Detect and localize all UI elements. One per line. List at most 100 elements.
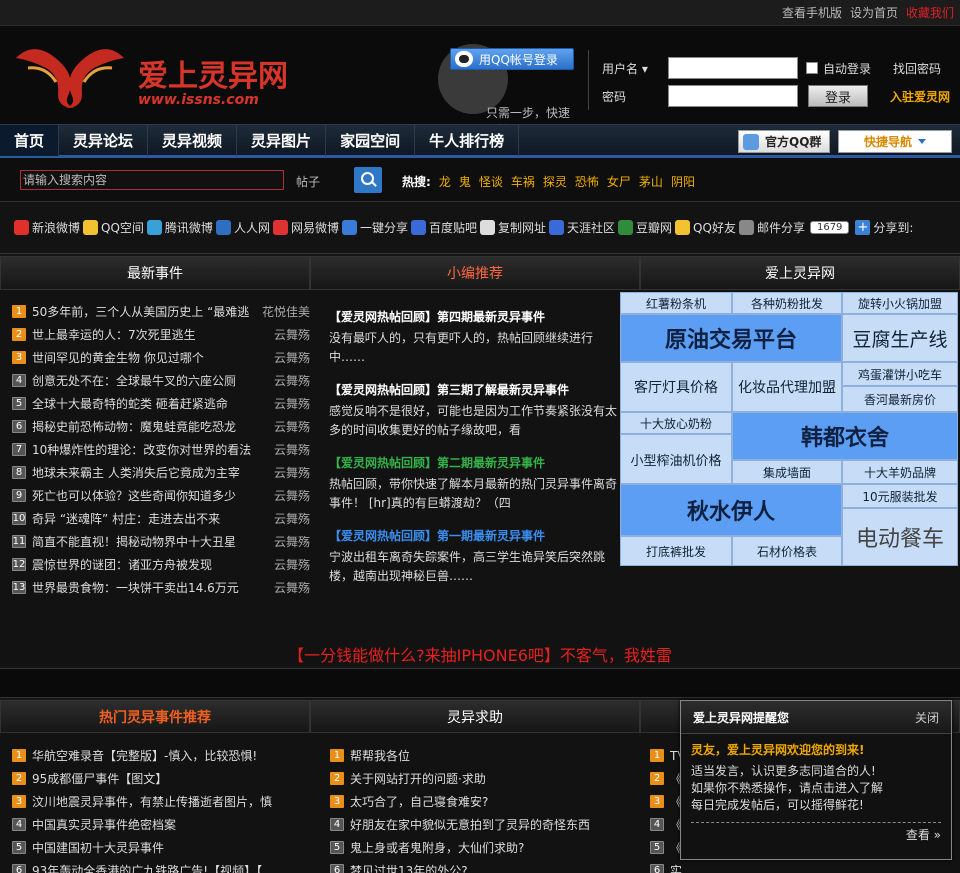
hot-item[interactable]: 车祸	[511, 173, 535, 190]
share-tencent-weibo[interactable]: 腾讯微博	[146, 219, 213, 236]
search-input[interactable]: 请输入搜索内容	[20, 170, 284, 190]
recommend-item[interactable]: 【爱灵网热帖回顾】第二期最新灵异事件 热帖回顾，带你快速了解本月最新的热门灵异事件…	[329, 454, 621, 513]
item-title[interactable]: 梦见过世13年的外公?	[350, 862, 610, 873]
nav-video[interactable]: 灵异视频	[148, 124, 238, 156]
nav-forum[interactable]: 灵异论坛	[59, 124, 149, 156]
hot-item[interactable]: 鬼	[459, 173, 471, 190]
ad-tile[interactable]: 秋水伊人	[620, 484, 842, 536]
recommend-item[interactable]: 【爱灵网热帖回顾】第四期最新灵异事件 没有最吓人的，只有更吓人的，热帖回顾继续进行…	[329, 308, 621, 367]
item-title[interactable]: 帮帮我各位	[350, 747, 610, 764]
ad-tile[interactable]: 打底裤批发	[620, 536, 732, 566]
list-item[interactable]: 6实	[650, 859, 690, 873]
hot-item[interactable]: 探灵	[543, 173, 567, 190]
list-item[interactable]: 1 50多年前，三个人从美国历史上 “最难逃 花悦佳美	[12, 300, 310, 323]
item-title[interactable]: 奇异 “迷魂阵” 村庄：走进去出不来	[32, 510, 258, 527]
list-item[interactable]: 1 帮帮我各位	[330, 744, 610, 767]
share-weibo[interactable]: 新浪微博	[14, 219, 80, 236]
item-title[interactable]: 创意无处不在：全球最牛叉的六座公厕	[32, 372, 258, 389]
item-title[interactable]: 揭秘史前恐怖动物：魔鬼蛙竟能吃恐龙	[32, 418, 258, 435]
item-title[interactable]: 死亡也可以体验？这些奇闻你知道多少	[32, 487, 258, 504]
item-title[interactable]: 实	[670, 862, 690, 873]
find-password-link[interactable]: 找回密码	[893, 60, 941, 77]
nav-ranking[interactable]: 牛人排行榜	[415, 124, 520, 156]
item-author[interactable]: 云舞殇	[258, 464, 310, 481]
item-author[interactable]: 云舞殇	[258, 395, 310, 412]
list-item[interactable]: 3 世间罕见的黄金生物 你见过哪个 云舞殇	[12, 346, 310, 369]
popup-more-link[interactable]: 查看 »	[691, 827, 941, 844]
item-title[interactable]: 世界最贵食物：一块饼干卖出14.6万元	[32, 579, 258, 596]
promo-link[interactable]: 【一分钱能做什么?来抽IPHONE6吧】不客气，我姓雷	[0, 642, 960, 666]
list-item[interactable]: 5 中国建国初十大灵异事件	[12, 836, 292, 859]
quick-nav-button[interactable]: 快捷导航	[838, 130, 952, 153]
ad-tile[interactable]: 韩都衣舍	[732, 412, 958, 460]
item-title[interactable]: 地球未来霸主 人类消失后它竟成为主宰	[32, 464, 258, 481]
item-author[interactable]: 云舞殇	[258, 579, 310, 596]
ad-tile[interactable]: 电动餐车	[842, 508, 958, 566]
item-title[interactable]: 鬼上身或者鬼附身，大仙们求助?	[350, 839, 610, 856]
item-title[interactable]: 95成都僵尸事件【图文】	[32, 770, 292, 787]
item-author[interactable]: 云舞殇	[258, 349, 310, 366]
set-home-link[interactable]: 设为首页	[850, 4, 898, 21]
password-input[interactable]	[668, 85, 798, 107]
share-qq-friend[interactable]: QQ好友	[675, 219, 736, 236]
item-title[interactable]: 93年轰动全香港的广九铁路广告!【视频】【	[32, 862, 292, 873]
qq-login-button[interactable]: 用QQ帐号登录	[450, 48, 574, 70]
list-item[interactable]: 13 世界最贵食物：一块饼干卖出14.6万元 云舞殇	[12, 576, 310, 599]
list-item[interactable]: 4 中国真实灵异事件绝密档案	[12, 813, 292, 836]
item-title[interactable]: 关于网站打开的问题·求助	[350, 770, 610, 787]
ad-tile[interactable]: 香河最新房价	[842, 386, 958, 412]
hot-item[interactable]: 茅山	[639, 173, 663, 190]
item-title[interactable]: 太巧合了，自己寝食难安?	[350, 793, 610, 810]
hot-item[interactable]: 恐怖	[575, 173, 599, 190]
recommend-item[interactable]: 【爱灵网热帖回顾】第一期最新灵异事件 宁波出租车离奇失踪案件，高三学生诡异笑后突然…	[329, 527, 621, 586]
join-link[interactable]: 入驻爱灵网	[890, 88, 950, 105]
item-title[interactable]: 世上最幸运的人：7次死里逃生	[32, 326, 258, 343]
hot-item[interactable]: 怪谈	[479, 173, 503, 190]
list-item[interactable]: 5 鬼上身或者鬼附身，大仙们求助?	[330, 836, 610, 859]
favorite-link[interactable]: 收藏我们	[906, 4, 954, 21]
list-item[interactable]: 1 华航空难录音【完整版】-慎入，比较恐惧!	[12, 744, 292, 767]
item-title[interactable]: 中国真实灵异事件绝密档案	[32, 816, 292, 833]
item-title[interactable]: 华航空难录音【完整版】-慎入，比较恐惧!	[32, 747, 292, 764]
nav-pictures[interactable]: 灵异图片	[237, 124, 327, 156]
recommend-item[interactable]: 【爱灵网热帖回顾】第三期了解最新灵异事件 感觉反响不是很好，可能也是因为工作节奏紧…	[329, 381, 621, 440]
list-item[interactable]: 3 太巧合了，自己寝食难安?	[330, 790, 610, 813]
ad-tile[interactable]: 各种奶粉批发	[732, 292, 842, 314]
list-item[interactable]: 2 关于网站打开的问题·求助	[330, 767, 610, 790]
ad-tile[interactable]: 鸡蛋灌饼小吃车	[842, 362, 958, 386]
share-qzone[interactable]: QQ空间	[83, 219, 144, 236]
list-item[interactable]: 4 好朋友在家中貌似无意拍到了灵异的奇怪东西	[330, 813, 610, 836]
item-title[interactable]: 震惊世界的谜团：诸亚方舟被发现	[32, 556, 258, 573]
hot-item[interactable]: 阴阳	[671, 173, 695, 190]
ad-tile[interactable]: 10元服装批发	[842, 484, 958, 508]
list-item[interactable]: 11 简直不能直视！揭秘动物界中十大丑星 云舞殇	[12, 530, 310, 553]
username-input[interactable]	[668, 57, 798, 79]
search-button[interactable]	[354, 167, 382, 193]
item-title[interactable]: 中国建国初十大灵异事件	[32, 839, 292, 856]
item-title[interactable]: 50多年前，三个人从美国历史上 “最难逃	[32, 303, 258, 320]
hot-item[interactable]: 龙	[439, 173, 451, 190]
list-item[interactable]: 9 死亡也可以体验？这些奇闻你知道多少 云舞殇	[12, 484, 310, 507]
list-item[interactable]: 10 奇异 “迷魂阵” 村庄：走进去出不来 云舞殇	[12, 507, 310, 530]
list-item[interactable]: 2 世上最幸运的人：7次死里逃生 云舞殇	[12, 323, 310, 346]
item-author[interactable]: 云舞殇	[258, 441, 310, 458]
item-author[interactable]: 云舞殇	[258, 556, 310, 573]
ad-tile[interactable]: 石材价格表	[732, 536, 842, 566]
auto-login-checkbox[interactable]	[806, 62, 818, 74]
list-item[interactable]: 7 10种爆炸性的理论：改变你对世界的看法 云舞殇	[12, 438, 310, 461]
nav-home[interactable]: 首页	[0, 124, 60, 156]
ad-tile[interactable]: 十大放心奶粉	[620, 412, 732, 434]
item-author[interactable]: 云舞殇	[258, 487, 310, 504]
item-title[interactable]: 世间罕见的黄金生物 你见过哪个	[32, 349, 258, 366]
search-type[interactable]: 帖子	[296, 173, 320, 190]
nav-space[interactable]: 家园空间	[326, 124, 416, 156]
item-title[interactable]: 简直不能直视！揭秘动物界中十大丑星	[32, 533, 258, 550]
ad-tile[interactable]: 小型榨油机价格	[620, 434, 732, 484]
list-item[interactable]: 5 全球十大最奇特的蛇类 砸着赶紧逃命 云舞殇	[12, 392, 310, 415]
qq-group-button[interactable]: 官方QQ群	[738, 130, 830, 153]
item-title[interactable]: 10种爆炸性的理论：改变你对世界的看法	[32, 441, 258, 458]
site-logo[interactable]: 爱上灵异网 www.issns.com	[6, 38, 296, 110]
share-renren[interactable]: 人人网	[215, 219, 270, 236]
item-author[interactable]: 云舞殇	[258, 533, 310, 550]
share-tieba[interactable]: 百度贴吧	[410, 219, 477, 236]
